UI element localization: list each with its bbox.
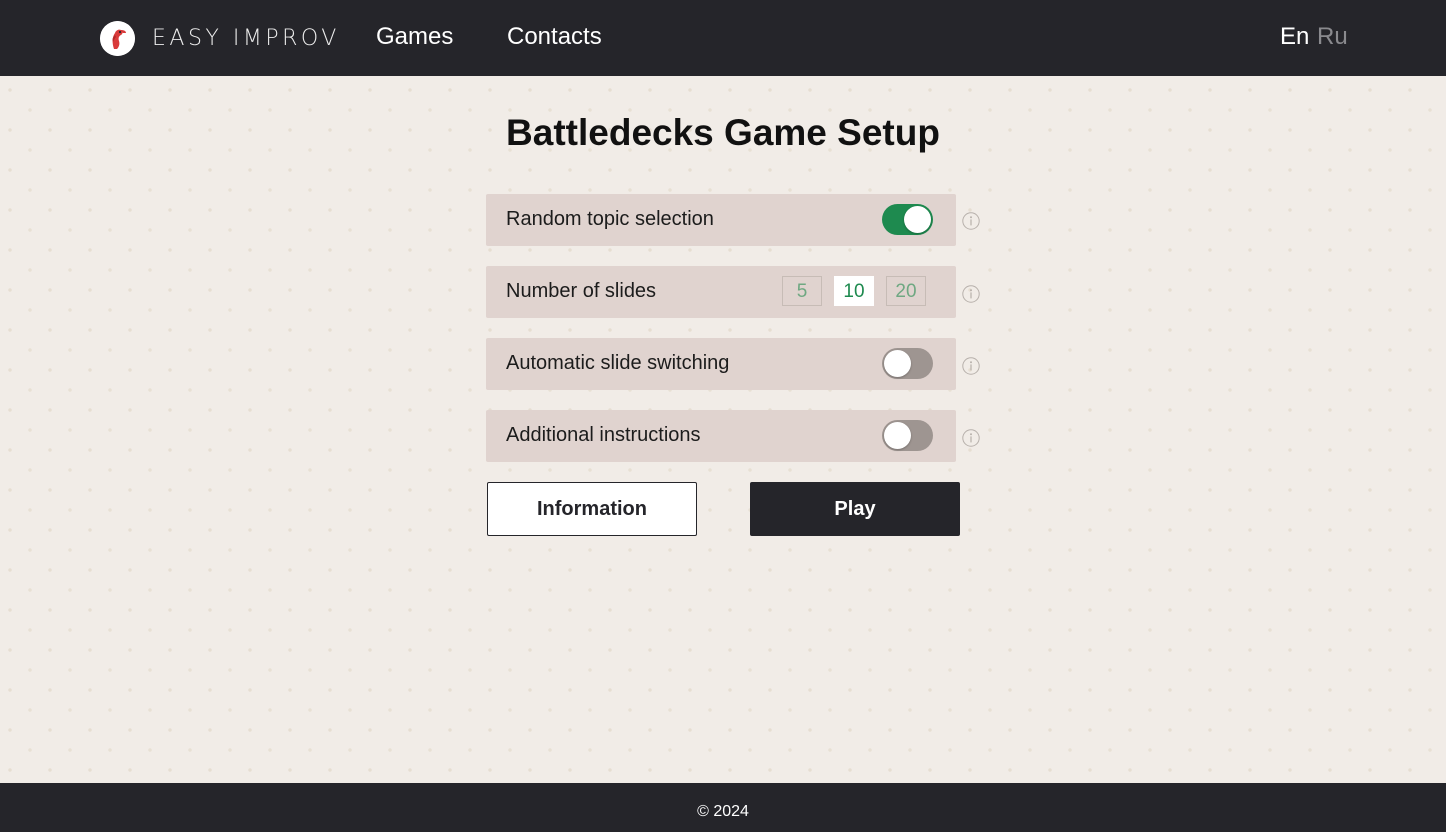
random-topic-toggle[interactable] (882, 204, 933, 235)
top-navbar: EASY IMPROV Games Contacts En Ru (0, 0, 1446, 76)
language-ru-link[interactable]: Ru (1317, 23, 1348, 51)
setting-number-of-slides: Number of slides 5 10 20 (486, 266, 956, 318)
slides-option-20[interactable]: 20 (886, 276, 926, 306)
slides-option-5[interactable]: 5 (782, 276, 822, 306)
setting-label: Random topic selection (506, 208, 714, 230)
copyright-text: © 2024 (697, 803, 749, 820)
info-icon[interactable] (962, 285, 980, 303)
setting-random-topic: Random topic selection (486, 194, 956, 246)
toggle-knob (904, 206, 931, 233)
logo-text: EASY IMPROV (152, 26, 340, 51)
setting-label: Automatic slide switching (506, 352, 730, 374)
nav-games-link[interactable]: Games (376, 23, 453, 51)
setting-label: Additional instructions (506, 424, 701, 446)
play-button[interactable]: Play (750, 482, 960, 536)
footer: © 2024 (0, 783, 1446, 832)
page-title: Battledecks Game Setup (506, 112, 940, 153)
turkey-logo-icon (100, 21, 135, 56)
slides-option-10[interactable]: 10 (834, 276, 874, 306)
nav-contacts-link[interactable]: Contacts (507, 23, 602, 51)
automatic-switching-toggle[interactable] (882, 348, 933, 379)
toggle-knob (884, 422, 911, 449)
information-button[interactable]: Information (487, 482, 697, 536)
info-icon[interactable] (962, 357, 980, 375)
info-icon[interactable] (962, 429, 980, 447)
additional-instructions-toggle[interactable] (882, 420, 933, 451)
language-en-link[interactable]: En (1280, 23, 1309, 51)
toggle-knob (884, 350, 911, 377)
info-icon[interactable] (962, 212, 980, 230)
setting-label: Number of slides (506, 280, 657, 302)
site-logo[interactable]: EASY IMPROV (100, 21, 340, 56)
setting-additional-instructions: Additional instructions (486, 410, 956, 462)
setting-automatic-switching: Automatic slide switching (486, 338, 956, 390)
